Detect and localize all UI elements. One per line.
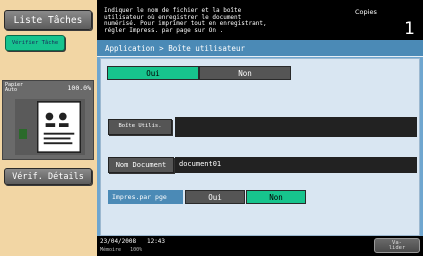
main-panel: Indiquer le nom de fichier et la boîte u… [97,0,423,256]
zoom-value: 100.0% [67,84,91,92]
tray-icon [19,129,27,139]
content-area: Application > Boîte utilisateur Oui Non … [97,40,423,236]
status-bar: 23/04/2008 12:43 Mémoire 100% Va- lider [97,236,423,256]
document-name-button[interactable]: Nom Document [108,157,174,173]
document-preview [15,99,85,155]
validate-button[interactable]: Va- lider [374,238,420,253]
date-time: 23/04/2008 12:43 [100,238,165,245]
breadcrumb: Application > Boîte utilisateur [97,40,423,57]
copier-screen: Liste Tâches Vérifier Tâche Papier Auto … [0,0,423,256]
memory-status: Mémoire 100% [100,247,142,253]
memory-label: Mémoire [100,247,122,253]
paper-header: Papier Auto 100.0% [3,81,95,95]
paper-label: Papier Auto [5,82,24,93]
copies-count: 1 [404,19,415,39]
copies-label: Copies [355,8,377,16]
print-per-page-label: Impres.par pge [108,190,183,204]
paper-status-panel: Papier Auto 100.0% [2,80,94,160]
left-column: Liste Tâches Vérifier Tâche Papier Auto … [0,0,96,256]
memory-value: 100% [130,247,143,253]
print-yes-button[interactable]: Oui [185,190,245,204]
document-sheet-icon [37,101,81,153]
settings-panel: Oui Non Boîte Utilis. Nom Document docum… [100,58,420,236]
user-box-button[interactable]: Boîte Utilis. [108,119,172,135]
no-toggle-button[interactable]: Non [199,66,291,80]
time: 12:43 [146,238,166,245]
document-name-field: document01 [175,157,417,173]
print-no-button[interactable]: Non [246,190,306,204]
instruction-message: Indiquer le nom de fichier et la boîte u… [104,7,267,34]
job-list-button[interactable]: Liste Tâches [4,10,92,30]
yes-toggle-button[interactable]: Oui [107,66,199,80]
check-job-button[interactable]: Vérifier Tâche [5,35,65,51]
user-box-field [175,117,417,137]
check-details-button[interactable]: Vérif. Détails [4,168,92,185]
message-bar: Indiquer le nom de fichier et la boîte u… [97,0,423,40]
date: 23/04/2008 [100,238,137,245]
